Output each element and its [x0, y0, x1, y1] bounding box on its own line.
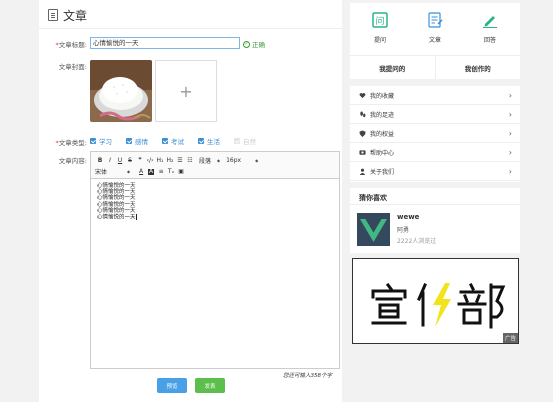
code-icon[interactable]: ‹/›: [145, 157, 155, 164]
recommend-card: 猜你喜欢 wewe 阿勇 2222人浏览过: [350, 188, 520, 253]
checkbox-checked-icon: [90, 138, 96, 144]
ad-tag: 广告: [502, 333, 518, 343]
document-icon: [48, 9, 58, 21]
editor-toolbar: B I U S ❞ ‹/› H₁ H₂ ☰ ☷ 段落 ◆ 16px ◆ 宋体 ◆ A …: [91, 152, 339, 179]
type-checkbox-exam[interactable]: 考试: [162, 136, 198, 146]
font-family-select[interactable]: 宋体 ◆: [95, 167, 130, 176]
checkbox-checked-icon: [198, 138, 204, 144]
pen-icon: [483, 16, 497, 28]
menu-item-help[interactable]: 帮助中心 ›: [350, 143, 520, 162]
chevron-down-icon: ◆: [217, 158, 221, 163]
recommend-title: 猜你喜欢: [359, 194, 387, 202]
footprint-icon: [360, 110, 366, 117]
remaining-chars: 您还可输入358个字: [283, 373, 332, 379]
recommend-item-author: 阿勇: [397, 227, 410, 234]
clear-format-icon[interactable]: Tₓ: [166, 168, 176, 175]
title-label: *文章标题:: [55, 41, 87, 49]
help-icon: [359, 149, 366, 155]
ad-banner[interactable]: 广告: [352, 258, 519, 344]
menu-item-footprints[interactable]: 我的足迹 ›: [350, 105, 520, 124]
ordered-list-icon[interactable]: ☰: [175, 157, 185, 164]
type-checkbox-study[interactable]: 学习: [90, 136, 126, 146]
ad-artwork: [371, 282, 506, 329]
recommend-item-name[interactable]: wewe: [397, 213, 419, 221]
recommend-item-views: 2222人浏览过: [397, 238, 437, 245]
tab-my-questions[interactable]: 我提问的: [350, 56, 435, 79]
sidebar: 问 提问 文章 回答 我提问的 我创作的 我的收藏 › 我的足迹 › 我的权益 …: [350, 0, 520, 402]
vue-logo-icon[interactable]: [357, 213, 390, 246]
user-icon: [359, 168, 366, 175]
title-input[interactable]: 心情愉悦的一天: [90, 37, 240, 49]
content-line: 心情愉悦的一天: [97, 214, 137, 221]
chevron-right-icon: ›: [508, 128, 512, 138]
chevron-right-icon: ›: [508, 90, 512, 100]
underline-icon[interactable]: U: [115, 157, 125, 164]
title-valid-status: ✓ 正确: [243, 40, 265, 49]
chevron-right-icon: ›: [508, 109, 512, 119]
header-divider: [39, 28, 342, 29]
content-label: 文章内容:: [58, 157, 87, 165]
page-header: 文章: [48, 6, 87, 24]
add-cover-button[interactable]: +: [155, 60, 217, 122]
answer-button[interactable]: 回答: [475, 12, 505, 44]
highlight-icon[interactable]: A: [148, 168, 155, 175]
heading-select[interactable]: 段落 ◆: [199, 156, 220, 165]
ask-question-button[interactable]: 问 提问: [365, 12, 395, 44]
checkbox-checked-icon: [162, 138, 168, 144]
shield-icon: [359, 129, 366, 137]
tab-my-creations[interactable]: 我创作的: [434, 56, 521, 79]
chevron-right-icon: ›: [508, 147, 512, 157]
rich-text-editor: B I U S ❞ ‹/› H₁ H₂ ☰ ☷ 段落 ◆ 16px ◆ 宋体 ◆ A …: [90, 151, 340, 369]
question-icon: 问: [372, 12, 388, 28]
type-checkbox-nature[interactable]: 自然: [234, 136, 270, 146]
align-icon[interactable]: ≡: [156, 168, 166, 175]
italic-icon[interactable]: I: [105, 157, 115, 164]
h2-icon[interactable]: H₂: [165, 157, 175, 164]
strikethrough-icon[interactable]: S: [125, 157, 135, 164]
write-article-button[interactable]: 文章: [420, 12, 450, 44]
publish-button[interactable]: 发表: [195, 378, 225, 393]
preview-button[interactable]: 预览: [157, 378, 187, 393]
type-checkbox-life[interactable]: 生活: [198, 136, 234, 146]
text-caret: [135, 214, 137, 221]
image-icon[interactable]: ▣: [176, 168, 186, 175]
cover-label: 文章封面:: [58, 63, 87, 71]
check-circle-icon: ✓: [243, 40, 250, 48]
type-label: *文章类型:: [55, 139, 87, 147]
checkbox-checked-icon: [126, 138, 132, 144]
chevron-down-icon: ◆: [127, 169, 131, 174]
article-icon: [428, 12, 443, 28]
svg-text:问: 问: [375, 15, 384, 27]
cover-image[interactable]: [90, 60, 152, 122]
checkbox-unchecked-icon: [234, 138, 240, 144]
bold-icon[interactable]: B: [95, 157, 105, 164]
type-checkbox-emotion[interactable]: 感情: [126, 136, 162, 146]
menu-item-about[interactable]: 关于我们 ›: [350, 162, 520, 181]
page-title: 文章: [63, 8, 88, 23]
my-content-tabs: 我提问的 我创作的: [350, 55, 520, 79]
heart-icon: [359, 92, 366, 98]
font-size-select[interactable]: 16px ◆: [226, 157, 258, 164]
h1-icon[interactable]: H₁: [155, 157, 165, 164]
type-checkbox-group: 学习 感情 考试 生活 自然: [90, 136, 270, 146]
menu-item-favorites[interactable]: 我的收藏 ›: [350, 86, 520, 105]
quote-icon[interactable]: ❞: [135, 157, 145, 164]
editor-content[interactable]: 心情愉悦的一天 心情愉悦的一天 心情愉悦的一天 心情愉悦的一天 心情愉悦的一天 …: [91, 179, 339, 225]
divider: [350, 204, 520, 205]
user-menu: 我的收藏 › 我的足迹 › 我的权益 › 帮助中心 › 关于我们 ›: [350, 86, 520, 182]
chevron-down-icon: ◆: [255, 158, 259, 163]
article-editor-panel: 文章 *文章标题: 心情愉悦的一天 ✓ 正确 文章封面: + *文章类型: 学习…: [39, 0, 342, 402]
menu-item-rights[interactable]: 我的权益 ›: [350, 124, 520, 143]
font-color-icon[interactable]: A: [136, 168, 146, 175]
quick-actions-card: 问 提问 文章 回答 我提问的 我创作的: [350, 3, 520, 79]
bullet-list-icon[interactable]: ☷: [185, 157, 195, 164]
chevron-right-icon: ›: [508, 166, 512, 176]
